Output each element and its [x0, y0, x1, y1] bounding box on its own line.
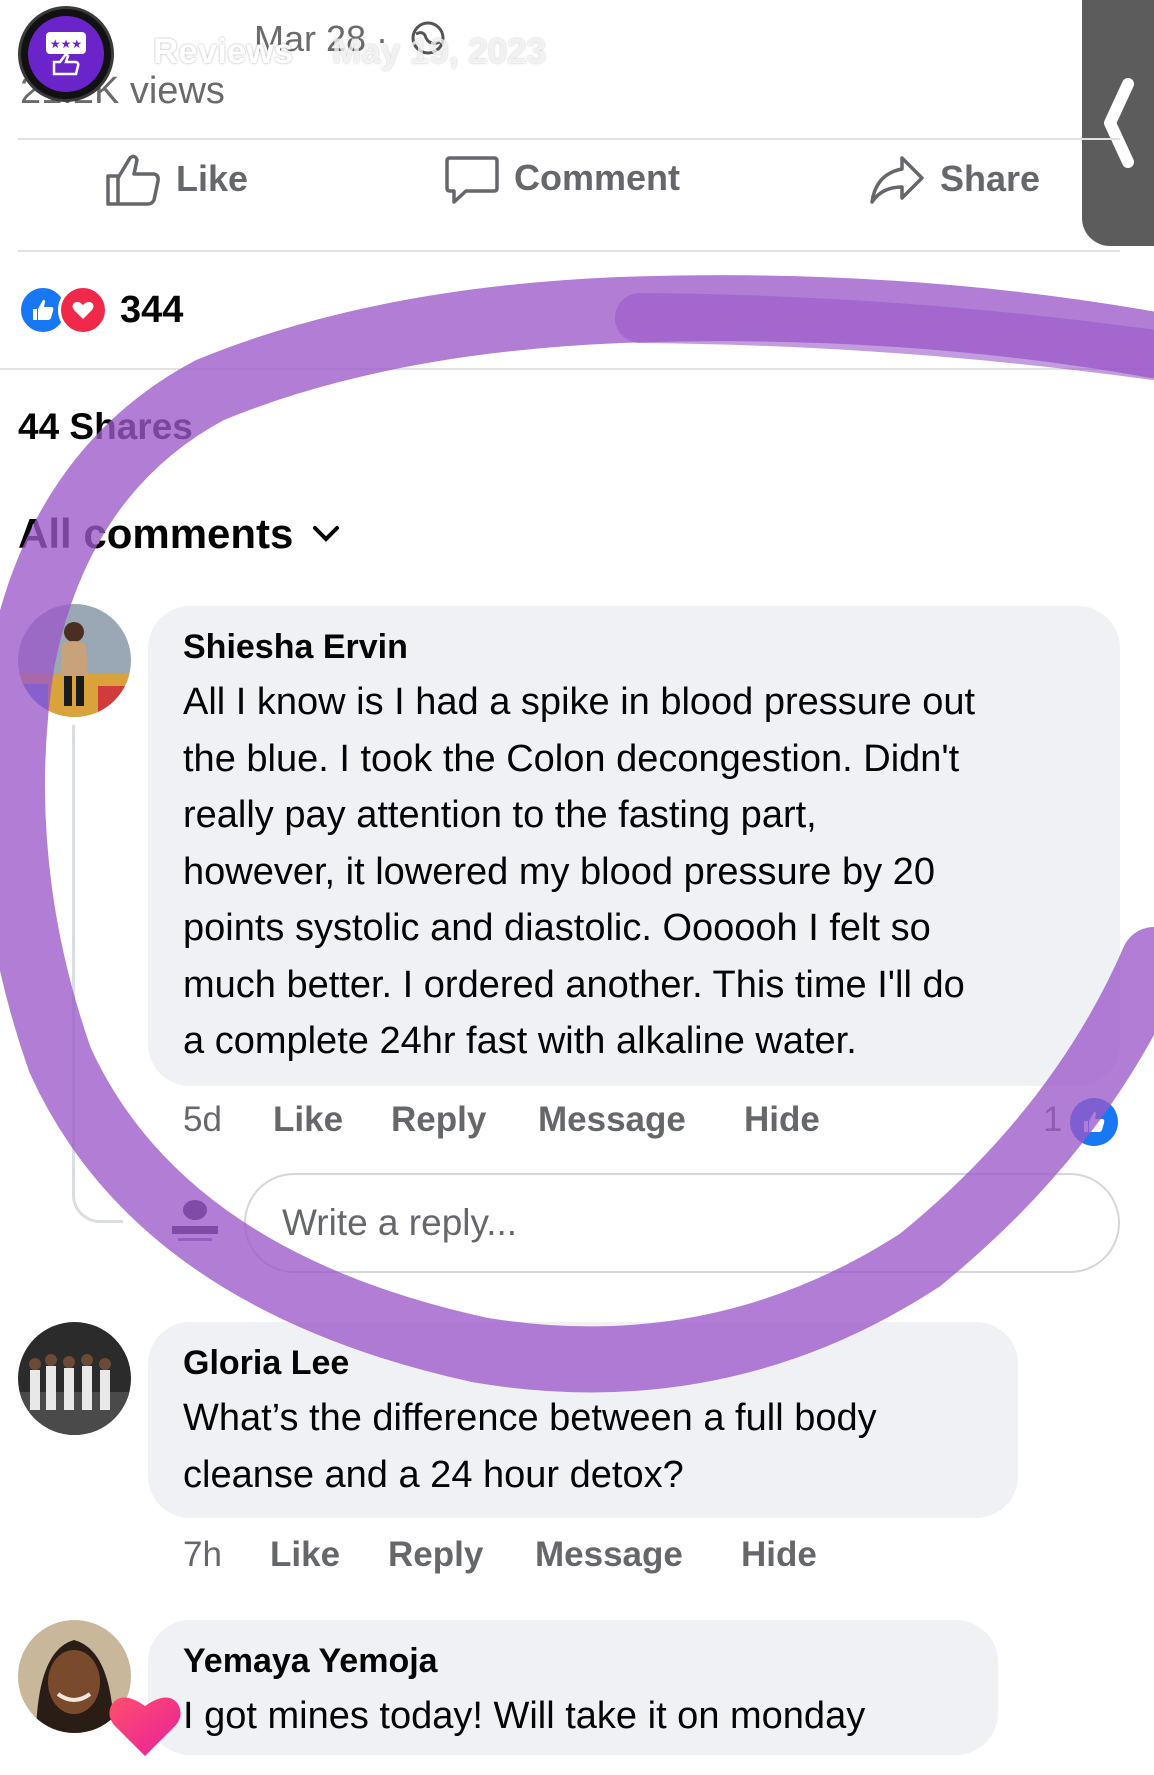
- chevron-left-icon: [1104, 78, 1134, 168]
- thumbs-up-icon: [106, 154, 160, 206]
- reaction-count: 344: [120, 288, 184, 331]
- share-button[interactable]: Share: [868, 150, 1040, 208]
- comments-filter-dropdown[interactable]: All comments: [18, 510, 341, 558]
- brand-logo-icon: [172, 1200, 218, 1241]
- love-reaction-icon: [58, 285, 108, 335]
- comment-author[interactable]: Shiesha Ervin: [183, 628, 408, 667]
- comment-line: What’s the difference between a full bod…: [183, 1397, 877, 1439]
- reactions-summary[interactable]: 344: [18, 285, 183, 335]
- comment-like-count: 1: [1043, 1100, 1063, 1139]
- comment-message-button[interactable]: Message: [535, 1535, 683, 1575]
- user-avatar-photo: [18, 1322, 131, 1435]
- comment-bubble: Gloria Lee What’s the difference between…: [148, 1322, 1018, 1518]
- avatar[interactable]: [18, 1322, 131, 1435]
- divider: [18, 250, 1120, 252]
- heart-icon: [109, 1697, 181, 1756]
- comment-line: cleanse and a 24 hour detox?: [183, 1453, 684, 1496]
- comment-text: I got mines today! Will take it on monda…: [183, 1688, 993, 1745]
- reply-placeholder: Write a reply...: [282, 1202, 518, 1243]
- comment-button[interactable]: Comment: [444, 150, 680, 206]
- chevron-down-icon: [313, 526, 340, 542]
- like-reaction-icon: [1070, 1098, 1118, 1146]
- avatar[interactable]: [18, 604, 131, 717]
- comment-time: 7h: [183, 1535, 222, 1574]
- reply-input[interactable]: Write a reply...: [244, 1173, 1120, 1273]
- comment-author[interactable]: Gloria Lee: [183, 1344, 349, 1383]
- svg-text:★★★: ★★★: [50, 37, 82, 51]
- comment-icon: [445, 156, 499, 204]
- comment-meta: 7h Like Reply Message Hide: [0, 1535, 1154, 1585]
- divider: [0, 368, 1154, 370]
- comment-hide-button[interactable]: Hide: [744, 1100, 820, 1140]
- current-user-avatar: [164, 1196, 226, 1248]
- comment-like-button[interactable]: Like: [270, 1535, 340, 1575]
- shares-count[interactable]: 44 Shares: [18, 406, 193, 448]
- comment-line: really pay attention to the fasting part…: [183, 794, 817, 836]
- comment-meta: 5d Like Reply Message Hide 1: [0, 1098, 1154, 1150]
- comment-text: All I know is I had a spike in blood pre…: [183, 674, 1113, 1070]
- comment-line: a complete 24hr fast with alkaline water…: [183, 1020, 857, 1062]
- story-date: May 19, 2023: [332, 32, 547, 71]
- comment-line: however, it lowered my blood pressure by…: [183, 850, 935, 893]
- comment-line: the blue. I took the Colon decongestion.…: [183, 737, 960, 780]
- comment-line: I got mines today! Will take it on monda…: [183, 1695, 866, 1737]
- like-label: Like: [176, 158, 249, 199]
- post-action-bar: Like Comment Share: [0, 150, 1100, 240]
- comment-message-button[interactable]: Message: [538, 1100, 686, 1140]
- comment-text: What’s the difference between a full bod…: [183, 1390, 1003, 1503]
- comments-filter-label: All comments: [18, 510, 294, 557]
- comment-reply-button[interactable]: Reply: [388, 1535, 483, 1575]
- comment-line: All I know is I had a spike in blood pre…: [183, 681, 976, 723]
- comment-bubble: Shiesha Ervin All I know is I had a spik…: [148, 606, 1120, 1086]
- review-thumb-icon: ★★★: [46, 32, 86, 76]
- share-label: Share: [940, 158, 1041, 199]
- divider: [18, 138, 1120, 140]
- story-avatar[interactable]: ★★★: [18, 6, 114, 102]
- comment-bubble: Yemaya Yemoja I got mines today! Will ta…: [148, 1620, 998, 1755]
- story-title: Reviews: [153, 32, 294, 71]
- comment-reply-button[interactable]: Reply: [391, 1100, 486, 1140]
- comment-author[interactable]: Yemaya Yemoja: [183, 1642, 438, 1681]
- like-button[interactable]: Like: [104, 150, 248, 208]
- user-avatar-photo: [18, 604, 131, 717]
- comment-line: points systolic and diastolic. Oooooh I …: [183, 907, 931, 949]
- comment-hide-button[interactable]: Hide: [741, 1535, 817, 1575]
- comment-label: Comment: [514, 157, 681, 198]
- comment-like-button[interactable]: Like: [273, 1100, 343, 1140]
- comment-line: much better. I ordered another. This tim…: [183, 963, 965, 1006]
- comment-time: 5d: [183, 1100, 222, 1139]
- share-icon: [870, 156, 924, 204]
